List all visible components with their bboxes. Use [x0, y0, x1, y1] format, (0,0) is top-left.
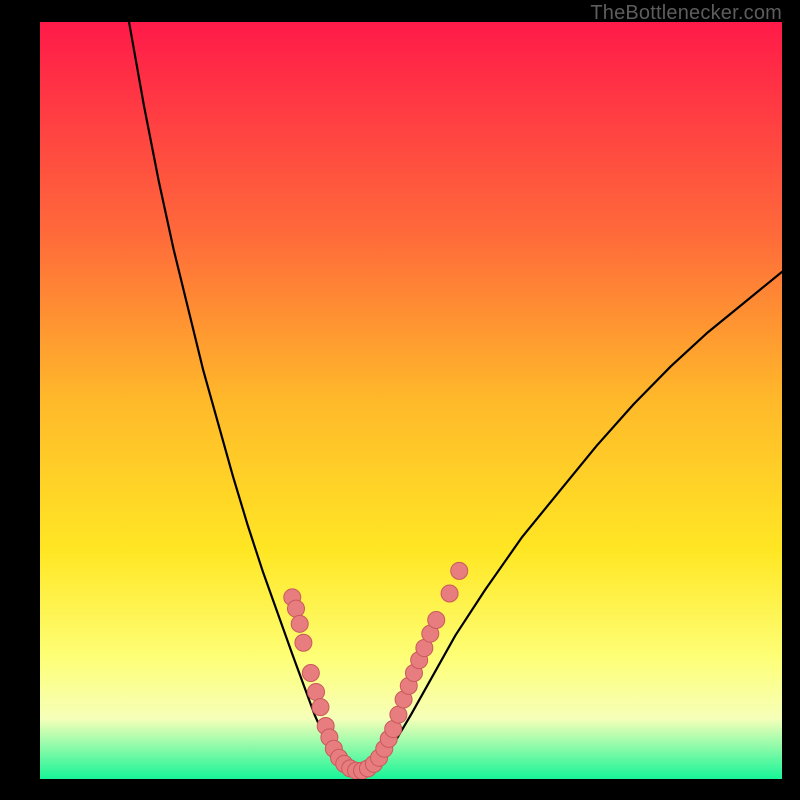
data-point — [291, 615, 308, 632]
data-point — [451, 562, 468, 579]
data-point — [295, 634, 312, 651]
data-point — [308, 683, 325, 700]
data-point — [390, 706, 407, 723]
chart-container: TheBottlenecker.com — [0, 0, 800, 800]
data-point — [302, 665, 319, 682]
plot-area — [40, 22, 782, 779]
data-point — [428, 612, 445, 629]
chart-svg — [40, 22, 782, 779]
data-point — [441, 585, 458, 602]
data-point — [312, 699, 329, 716]
data-point — [287, 600, 304, 617]
